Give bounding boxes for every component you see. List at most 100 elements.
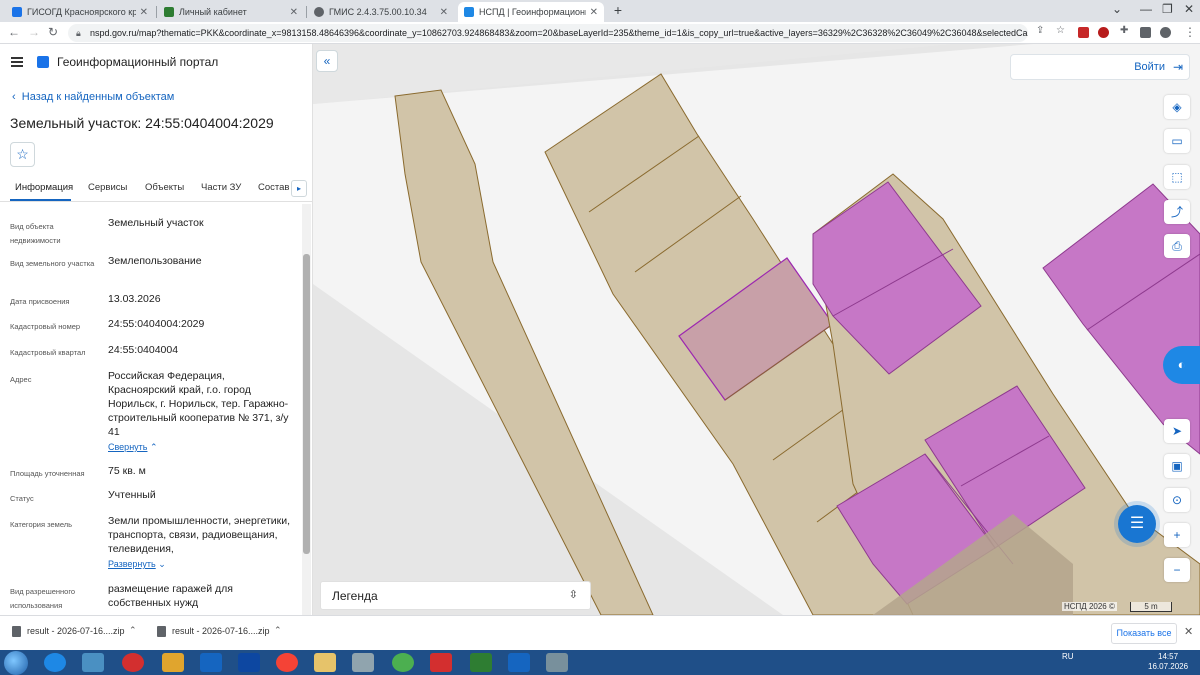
puzzle-icon[interactable]: ✚ <box>1120 25 1128 36</box>
close-icon[interactable]: ✕ <box>440 7 448 18</box>
globe-favicon-icon <box>314 7 324 17</box>
panel-scrollbar[interactable] <box>302 204 311 615</box>
collapse-panel-button[interactable]: « <box>316 50 338 72</box>
excel-icon[interactable] <box>470 653 492 672</box>
menu-icon[interactable]: ⋮ <box>1184 25 1196 39</box>
reload-icon[interactable]: ↻ <box>48 25 58 39</box>
tab-search-icon[interactable]: ⌄ <box>1112 2 1122 16</box>
tab-composition[interactable]: Состав <box>258 182 289 193</box>
property-value: Земельный участок <box>108 217 204 229</box>
nspd-favicon-icon <box>464 7 474 17</box>
tabs-next-button[interactable]: ▸ <box>291 180 307 197</box>
chat-assistant-button[interactable]: ☰ <box>1118 505 1156 543</box>
tab-services[interactable]: Сервисы <box>88 182 127 193</box>
browser-tab-cabinet[interactable]: Личный кабинет ✕ <box>158 2 304 22</box>
share-icon[interactable]: ⇪ <box>1036 25 1044 36</box>
app-icon[interactable] <box>82 653 104 672</box>
outlook-icon[interactable] <box>200 653 222 672</box>
tab-objects[interactable]: Объекты <box>145 182 184 193</box>
zip-file-icon <box>12 626 21 638</box>
lync-icon[interactable] <box>238 653 260 672</box>
collapse-address-link[interactable]: Свернуть ⌃ <box>108 442 158 453</box>
expand-link-label: Развернуть <box>108 559 156 569</box>
back-icon[interactable]: ← <box>8 25 20 39</box>
sidebar-icon[interactable] <box>1140 27 1151 38</box>
yandex-icon[interactable] <box>276 653 298 672</box>
tab-parts[interactable]: Части ЗУ <box>201 182 241 193</box>
browser-tab-strip: ГИСОГД Красноярского края ✕ Личный кабин… <box>0 0 1200 22</box>
map-canvas[interactable] <box>313 44 1200 615</box>
tab-title: ГИСОГД Красноярского края <box>27 7 136 17</box>
login-button[interactable]: Войти ⇥ <box>1010 54 1190 80</box>
download-filename: result - 2026-07-16....zip <box>27 626 125 636</box>
property-label: Статус <box>10 494 34 503</box>
show-all-downloads-button[interactable]: Показать все <box>1111 623 1177 644</box>
language-indicator[interactable]: RU <box>1062 652 1074 661</box>
extension-icon[interactable] <box>1078 27 1089 38</box>
map-layers <box>313 44 1200 615</box>
maximize-icon[interactable]: ❐ <box>1162 2 1173 16</box>
back-to-results-link[interactable]: ‹ Назад к найденным объектам <box>12 91 174 103</box>
forward-icon[interactable]: → <box>28 25 40 39</box>
property-label: Адрес <box>10 375 32 384</box>
app-icon[interactable] <box>546 653 568 672</box>
close-icon[interactable]: ✕ <box>1184 625 1193 638</box>
geolocation-icon[interactable]: ⊙ <box>1164 488 1190 512</box>
expand-category-link[interactable]: Развернуть ⌄ <box>108 559 166 570</box>
favorite-star-button[interactable]: ☆ <box>10 142 35 167</box>
url-field[interactable]: 🔒︎ nspd.gov.ru/map?thematic=PKK&coordina… <box>68 24 1028 42</box>
download-item[interactable]: result - 2026-07-16....zip <box>12 626 125 638</box>
legend-dropdown[interactable]: Легенда ⇳ <box>320 581 591 610</box>
basemap-icon[interactable]: ▣ <box>1164 454 1190 478</box>
navigate-icon[interactable]: ➤ <box>1164 419 1190 443</box>
close-icon[interactable]: ✕ <box>140 7 148 18</box>
close-window-icon[interactable]: ✕ <box>1184 2 1194 16</box>
windows-taskbar: RU 14:57 16.07.2026 <box>0 650 1200 675</box>
property-value: 75 кв. м <box>108 465 146 477</box>
new-tab-button[interactable]: + <box>610 3 626 19</box>
start-button-icon[interactable] <box>4 651 28 675</box>
opera-icon[interactable] <box>122 653 144 672</box>
layers-icon[interactable]: ◈ <box>1164 95 1190 119</box>
hamburger-menu-icon[interactable] <box>11 57 23 67</box>
browser-tab-gmis[interactable]: ГМИС 2.4.3.75.00.10.34 ✕ <box>308 2 454 22</box>
chrome-icon[interactable] <box>392 653 414 672</box>
select-area-icon[interactable]: ⬚ <box>1164 165 1190 189</box>
clock-date: 16.07.2026 <box>1148 662 1189 671</box>
close-icon[interactable]: ✕ <box>590 7 598 18</box>
close-icon[interactable]: ✕ <box>290 7 298 18</box>
property-value: 24:55:0404004:2029 <box>108 318 205 330</box>
bookmark-star-icon[interactable]: ☆ <box>1056 25 1065 36</box>
app-icon[interactable] <box>352 653 374 672</box>
word-icon[interactable] <box>508 653 530 672</box>
share-icon[interactable]: ⤴ <box>1164 200 1190 224</box>
extension-icon[interactable] <box>1098 27 1109 38</box>
tab-title: НСПД | Геоинформационный п <box>479 7 586 17</box>
checkbox-favicon-icon <box>164 7 174 17</box>
system-clock[interactable]: 14:57 16.07.2026 <box>1148 652 1188 672</box>
browser-tab-gisogd[interactable]: ГИСОГД Красноярского края ✕ <box>6 2 154 22</box>
ruler-icon[interactable]: ▭ <box>1164 129 1190 153</box>
browser-tab-nspd[interactable]: НСПД | Геоинформационный п ✕ <box>458 2 604 22</box>
login-icon: ⇥ <box>1172 60 1183 74</box>
media-player-icon[interactable] <box>162 653 184 672</box>
chevron-up-icon[interactable]: ⌃ <box>129 625 137 636</box>
object-info-panel: Геоинформационный портал ‹ Назад к найде… <box>0 44 313 615</box>
active-tab-indicator <box>10 199 71 201</box>
acrobat-icon[interactable] <box>430 653 452 672</box>
print-icon[interactable]: ⎙ <box>1164 234 1190 258</box>
download-item[interactable]: result - 2026-07-16....zip <box>157 626 270 638</box>
chat-side-tab-icon[interactable]: ◐ <box>1163 346 1200 384</box>
profile-icon[interactable] <box>1160 27 1171 38</box>
zoom-in-icon[interactable]: + <box>1164 523 1190 547</box>
tab-info[interactable]: Информация <box>15 182 73 193</box>
info-tabs: Информация Сервисы Объекты Части ЗУ Сост… <box>0 175 313 202</box>
minimize-icon[interactable]: — <box>1140 2 1152 16</box>
property-label: Вид объекта недвижимости <box>10 222 61 245</box>
zoom-out-icon[interactable]: − <box>1164 558 1190 582</box>
scrollbar-thumb[interactable] <box>303 254 310 554</box>
portal-logo-icon <box>37 56 49 68</box>
ie-icon[interactable] <box>44 653 66 672</box>
explorer-icon[interactable] <box>314 653 336 672</box>
chevron-up-icon[interactable]: ⌃ <box>274 625 282 636</box>
